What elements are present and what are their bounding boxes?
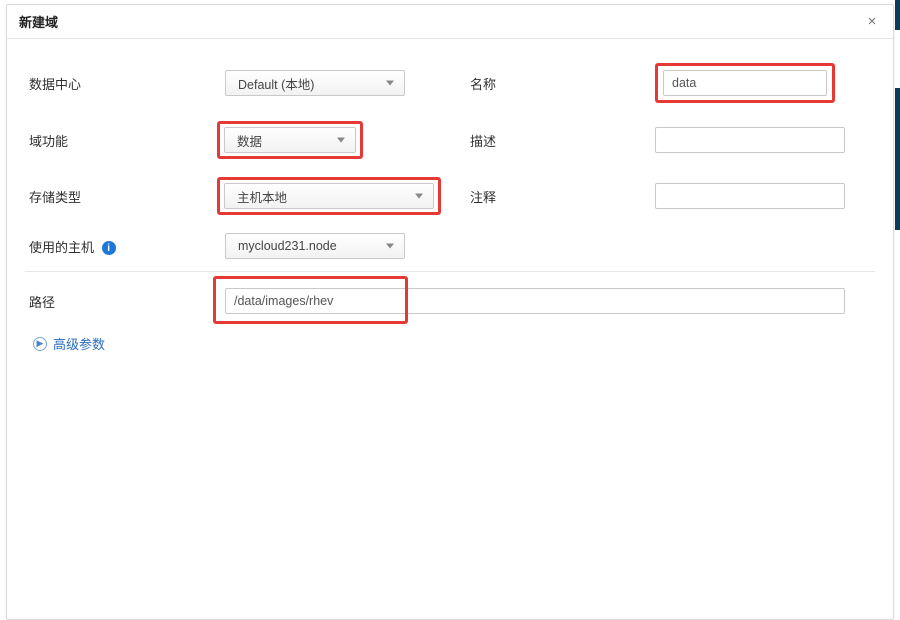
- dropdown-domain-function[interactable]: 数据: [224, 127, 356, 153]
- label-description: 描述: [435, 131, 655, 150]
- highlight-storage-type: 主机本地: [217, 177, 441, 215]
- dropdown-used-host-value: mycloud231.node: [238, 239, 337, 253]
- highlight-domain-function: 数据: [217, 121, 363, 159]
- form-grid: 数据中心 Default (本地) 名称 域功能 数据: [25, 63, 875, 259]
- path-wrap: [225, 288, 875, 314]
- label-data-center: 数据中心: [25, 74, 225, 93]
- separator: [25, 271, 875, 272]
- cell-data-center: Default (本地): [225, 70, 435, 96]
- advanced-toggle[interactable]: ▶ 高级参数: [25, 334, 875, 353]
- dropdown-data-center[interactable]: Default (本地): [225, 70, 405, 96]
- cell-storage-type: 主机本地: [225, 177, 435, 215]
- cell-comment: [655, 183, 875, 209]
- highlight-name: [655, 63, 835, 103]
- dialog-content: 数据中心 Default (本地) 名称 域功能 数据: [7, 39, 893, 363]
- dialog-title: 新建域: [19, 12, 58, 31]
- input-path[interactable]: [225, 288, 845, 314]
- caret-right-icon: ▶: [33, 337, 47, 351]
- dropdown-data-center-value: Default (本地): [238, 74, 314, 93]
- close-icon[interactable]: ×: [863, 13, 881, 30]
- dropdown-used-host[interactable]: mycloud231.node: [225, 233, 405, 259]
- info-icon[interactable]: i: [102, 241, 116, 255]
- label-domain-function: 域功能: [25, 131, 225, 150]
- dialog-titlebar: 新建域 ×: [7, 5, 893, 39]
- cell-name: [655, 63, 875, 103]
- cell-used-host: mycloud231.node: [225, 233, 435, 259]
- new-domain-dialog: 新建域 × 数据中心 Default (本地) 名称 域功能: [6, 4, 894, 620]
- label-storage-type: 存储类型: [25, 187, 225, 206]
- dropdown-domain-function-value: 数据: [237, 131, 262, 150]
- path-row: 路径: [25, 288, 875, 314]
- input-comment[interactable]: [655, 183, 845, 209]
- advanced-label: 高级参数: [53, 334, 105, 353]
- label-path: 路径: [25, 292, 225, 311]
- label-name: 名称: [435, 74, 655, 93]
- cell-description: [655, 127, 875, 153]
- dropdown-storage-type-value: 主机本地: [237, 187, 287, 206]
- app-background-strip: [895, 0, 900, 30]
- label-used-host: 使用的主机 i: [25, 237, 225, 256]
- input-description[interactable]: [655, 127, 845, 153]
- input-name[interactable]: [663, 70, 827, 96]
- dropdown-storage-type[interactable]: 主机本地: [224, 183, 434, 209]
- cell-domain-function: 数据: [225, 121, 435, 159]
- label-comment: 注释: [435, 187, 655, 206]
- app-background-strip: [895, 88, 900, 230]
- label-used-host-text: 使用的主机: [29, 240, 94, 255]
